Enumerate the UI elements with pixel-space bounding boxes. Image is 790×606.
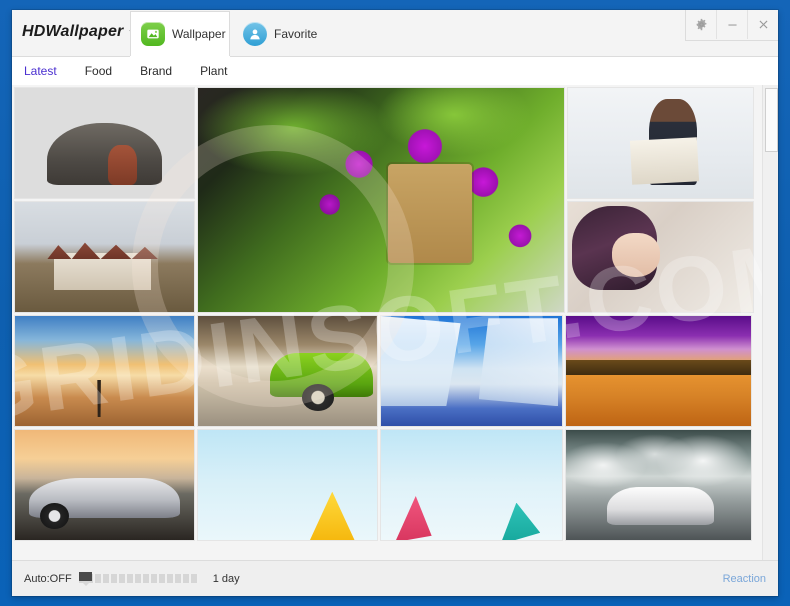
thumb-art (198, 430, 377, 540)
settings-button[interactable] (686, 10, 717, 39)
thumb-art (15, 316, 194, 426)
grid-row (15, 316, 760, 426)
thumb-art (568, 88, 753, 198)
tab-favorite-label: Favorite (274, 27, 318, 41)
thumb-art (198, 316, 377, 426)
thumb-pastel-yellow[interactable] (198, 430, 377, 540)
app-tab-strip: Wallpaper Favorite (130, 11, 334, 56)
window-controls (685, 10, 778, 41)
thumb-art (198, 88, 564, 312)
tab-wallpaper[interactable]: Wallpaper (130, 11, 230, 56)
thumb-castle-autumn[interactable] (15, 202, 194, 312)
thumb-art (15, 430, 194, 540)
thumb-autumn-lake[interactable] (566, 316, 751, 426)
thumb-flowers-danbo[interactable] (198, 88, 564, 312)
category-nav: Latest Food Brand Plant (12, 57, 778, 85)
thumb-art (568, 202, 753, 312)
scrollbar-thumb[interactable] (765, 88, 778, 152)
thumb-white-mustang-smoke[interactable] (566, 430, 751, 540)
grid-row (15, 430, 760, 540)
interval-value: 1 day (212, 572, 240, 585)
thumb-winter-road[interactable] (381, 316, 562, 426)
thumb-green-mustang[interactable] (198, 316, 377, 426)
thumb-beach-sunset[interactable] (15, 316, 194, 426)
wallpaper-grid: GRIDINSOFT.COM (12, 85, 762, 560)
thumb-girl-red-lips[interactable] (568, 202, 753, 312)
category-brand[interactable]: Brand (140, 64, 172, 78)
slider-track[interactable] (78, 574, 199, 583)
thumb-rock-beach[interactable] (15, 88, 194, 198)
title-bar: HDWallpaper v1.0 Wallpaper (12, 10, 778, 57)
thumb-art (15, 88, 194, 198)
vertical-scrollbar[interactable] (762, 85, 778, 560)
thumb-art (381, 316, 562, 426)
desktop-background: HDWallpaper v1.0 Wallpaper (0, 0, 790, 606)
interval-slider[interactable] (78, 571, 199, 586)
reaction-link[interactable]: Reaction (723, 573, 766, 585)
application-window: HDWallpaper v1.0 Wallpaper (12, 10, 778, 596)
thumb-pastel-pink-teal[interactable] (381, 430, 562, 540)
image-icon (141, 22, 165, 46)
category-plant[interactable]: Plant (200, 64, 227, 78)
thumb-art (381, 430, 562, 540)
footer-bar: Auto:OFF 1 day Reaction (12, 560, 778, 596)
category-latest[interactable]: Latest (24, 64, 57, 78)
category-food[interactable]: Food (85, 64, 112, 78)
minimize-button[interactable] (717, 10, 748, 39)
thumb-art (566, 430, 751, 540)
grid-row (15, 88, 760, 312)
auto-toggle-label[interactable]: Auto:OFF (24, 573, 72, 585)
close-button[interactable] (748, 10, 778, 39)
thumb-silver-supercar[interactable] (15, 430, 194, 540)
thumb-girl-with-book[interactable] (568, 88, 753, 198)
tab-wallpaper-label: Wallpaper (172, 27, 226, 41)
thumb-art (566, 316, 751, 426)
app-title: HDWallpaper (22, 23, 124, 40)
slider-handle[interactable] (78, 571, 92, 586)
tab-favorite[interactable]: Favorite (232, 11, 332, 56)
user-icon (243, 22, 267, 46)
thumb-art (15, 202, 194, 312)
gallery-area: GRIDINSOFT.COM (12, 85, 778, 560)
